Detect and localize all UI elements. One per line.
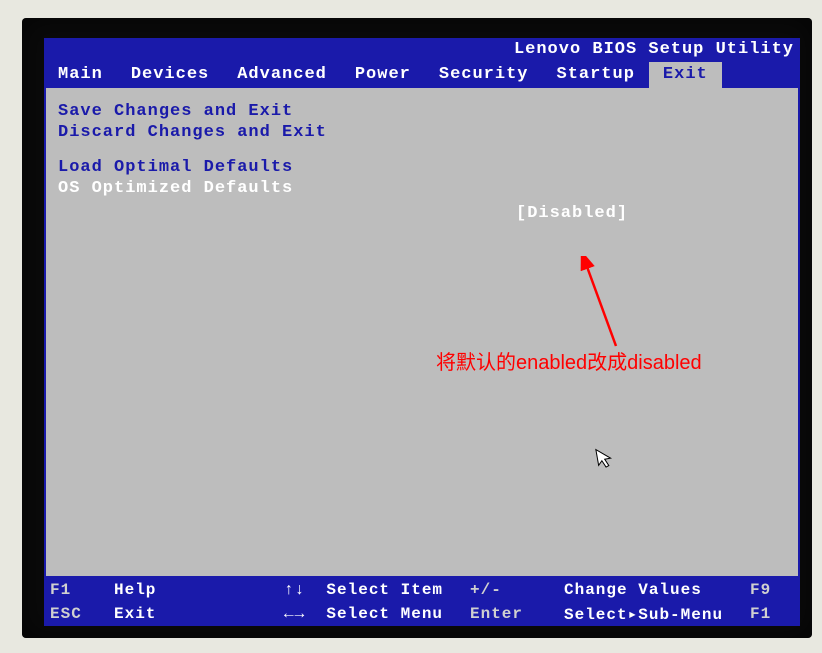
key-plusminus: +/- — [464, 581, 564, 599]
option-discard-exit[interactable]: Discard Changes and Exit — [58, 123, 786, 142]
option-os-optimized[interactable]: OS Optimized Defaults — [58, 179, 786, 198]
key-esc: ESC — [44, 605, 114, 623]
mouse-cursor-icon — [594, 444, 619, 477]
bios-screen: Lenovo BIOS Setup Utility Main Devices A… — [44, 38, 800, 628]
key-enter: Enter — [464, 605, 564, 623]
tab-main[interactable]: Main — [44, 62, 117, 88]
label-select-menu: ←→ Select Menu — [284, 605, 464, 623]
monitor-bezel: Lenovo BIOS Setup Utility Main Devices A… — [22, 18, 812, 638]
option-save-exit[interactable]: Save Changes and Exit — [58, 102, 786, 121]
key-f9: F9 — [744, 581, 784, 599]
label-change-values: Change Values — [564, 581, 744, 599]
bios-title: Lenovo BIOS Setup Utility — [44, 38, 800, 62]
tab-startup[interactable]: Startup — [543, 62, 649, 88]
option-load-defaults[interactable]: Load Optimal Defaults — [58, 158, 786, 177]
tab-security[interactable]: Security — [425, 62, 543, 88]
tab-power[interactable]: Power — [341, 62, 425, 88]
label-exit: Exit — [114, 605, 284, 623]
annotation-arrow — [576, 256, 656, 356]
label-help: Help — [114, 581, 284, 599]
content-panel: Save Changes and Exit Discard Changes an… — [44, 88, 800, 578]
tab-advanced[interactable]: Advanced — [223, 62, 341, 88]
tab-devices[interactable]: Devices — [117, 62, 223, 88]
label-select-item: ↑↓ Select Item — [284, 581, 464, 599]
tab-exit[interactable]: Exit — [649, 62, 722, 88]
label-sub-menu: Select▸Sub-Menu — [564, 604, 744, 624]
option-os-optimized-value[interactable]: [Disabled] — [516, 204, 628, 223]
footer-help: F1 Help ↑↓ Select Item +/- Change Values… — [44, 578, 800, 626]
menu-bar: Main Devices Advanced Power Security Sta… — [44, 62, 800, 88]
key-f1: F1 — [44, 581, 114, 599]
annotation-text: 将默认的enabled改成disabled — [436, 346, 702, 375]
key-f10: F1 — [744, 605, 784, 623]
